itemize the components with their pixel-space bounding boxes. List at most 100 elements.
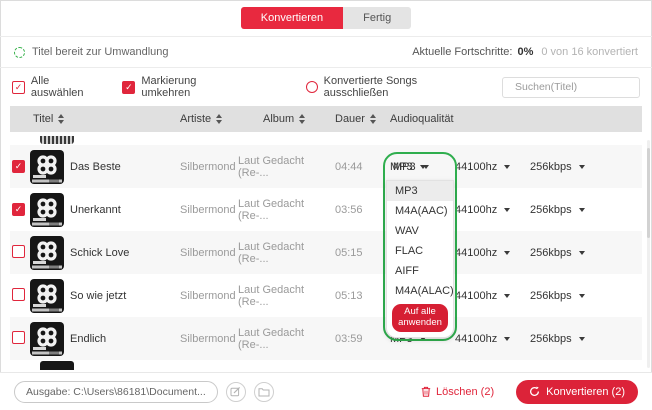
bitrate-select[interactable]: 256kbps xyxy=(525,204,642,216)
progress-label: Aktuelle Fortschritte: xyxy=(412,46,512,58)
format-option-mp3[interactable]: MP3 xyxy=(387,181,453,201)
exclude-converted-label: Konvertierte Songs ausschließen xyxy=(324,75,484,99)
sort-icon xyxy=(299,114,305,124)
format-option-list: MP3 M4A(AAC) WAV FLAC AIFF M4A(ALAC) Auf… xyxy=(386,180,454,338)
selection-toolbar: Alle auswählen Markierung umkehren Konve… xyxy=(0,68,652,106)
album-art xyxy=(30,150,70,184)
track-duration: 05:15 xyxy=(330,247,385,259)
partial-row-below xyxy=(10,360,642,372)
table-row[interactable]: Schick Love Silbermond Laut Gedacht (Re-… xyxy=(10,231,642,274)
track-title: So wie jetzt xyxy=(70,290,180,302)
folder-icon xyxy=(258,387,270,397)
open-folder-button[interactable] xyxy=(254,382,274,402)
row-checkbox[interactable] xyxy=(12,288,25,301)
table-row[interactable]: Endlich Silbermond Laut Gedacht (Re-... … xyxy=(10,317,642,360)
track-album: Laut Gedacht (Re-... xyxy=(238,284,330,308)
invert-selection-checkbox-icon xyxy=(122,81,135,94)
invert-selection-control[interactable]: Markierung umkehren xyxy=(122,75,247,99)
samplerate-select[interactable]: 44100hz xyxy=(450,204,525,216)
album-art xyxy=(30,193,70,227)
partial-row-above xyxy=(10,132,642,145)
sort-icon xyxy=(370,114,376,124)
edit-output-button[interactable] xyxy=(226,382,246,402)
chevron-down-icon xyxy=(579,251,585,255)
chevron-down-icon xyxy=(423,165,429,169)
search-box[interactable] xyxy=(502,77,640,98)
row-checkbox[interactable] xyxy=(12,331,25,344)
samplerate-select[interactable]: 44100hz xyxy=(450,161,525,173)
format-option-wav[interactable]: WAV xyxy=(387,221,453,241)
header-album[interactable]: Album xyxy=(238,113,330,125)
table-header: Titel Artiste Album Dauer Audioqualität xyxy=(10,106,642,132)
bitrate-select[interactable]: 256kbps xyxy=(525,161,642,173)
chevron-down-icon xyxy=(579,294,585,298)
track-artist: Silbermond xyxy=(180,247,238,259)
spinner-icon xyxy=(14,47,25,58)
track-album: Laut Gedacht (Re-... xyxy=(238,241,330,265)
apply-to-all-button[interactable]: Auf alle anwenden xyxy=(392,304,448,332)
chevron-down-icon xyxy=(504,208,510,212)
row-checkbox[interactable] xyxy=(12,245,25,258)
scrollbar-thumb[interactable] xyxy=(647,148,650,238)
row-checkbox[interactable] xyxy=(12,160,25,173)
track-artist: Silbermond xyxy=(180,290,238,302)
table-row[interactable]: So wie jetzt Silbermond Laut Gedacht (Re… xyxy=(10,274,642,317)
samplerate-select[interactable]: 44100hz xyxy=(450,290,525,302)
select-all-checkbox-icon xyxy=(12,81,25,94)
track-duration: 03:59 xyxy=(330,333,385,345)
audio-format-dropdown: MP3 MP3 M4A(AAC) WAV FLAC AIFF M4A(ALAC)… xyxy=(383,152,457,341)
sort-icon xyxy=(216,114,222,124)
table-row[interactable]: Unerkannt Silbermond Laut Gedacht (Re-..… xyxy=(10,188,642,231)
pencil-icon xyxy=(230,386,241,397)
exclude-converted-control[interactable]: Konvertierte Songs ausschließen xyxy=(306,75,484,99)
track-title: Endlich xyxy=(70,333,180,345)
convert-button[interactable]: Konvertieren (2) xyxy=(516,380,638,404)
chevron-down-icon xyxy=(579,165,585,169)
scrollbar[interactable] xyxy=(647,140,650,368)
footer-bar: Ausgabe: C:\Users\86181\Document... Lösc… xyxy=(0,372,652,410)
refresh-icon xyxy=(529,386,540,397)
row-checkbox[interactable] xyxy=(12,203,25,216)
format-option-flac[interactable]: FLAC xyxy=(387,241,453,261)
chevron-down-icon xyxy=(579,208,585,212)
tab-konvertieren[interactable]: Konvertieren xyxy=(241,7,343,29)
bitrate-select[interactable]: 256kbps xyxy=(525,333,642,345)
table-body: Das Beste Silbermond Laut Gedacht (Re-..… xyxy=(10,132,642,372)
sort-icon xyxy=(58,114,64,124)
track-album: Laut Gedacht (Re-... xyxy=(238,327,330,351)
bitrate-select[interactable]: 256kbps xyxy=(525,290,642,302)
header-title[interactable]: Titel xyxy=(10,113,180,125)
progress-value: 0% xyxy=(517,46,533,58)
samplerate-select[interactable]: 44100hz xyxy=(450,247,525,259)
status-text: Titel bereit zur Umwandlung xyxy=(32,46,169,58)
bitrate-select[interactable]: 256kbps xyxy=(525,247,642,259)
tab-fertig[interactable]: Fertig xyxy=(343,7,411,29)
chevron-down-icon xyxy=(504,294,510,298)
delete-button[interactable]: Löschen (2) xyxy=(421,386,494,398)
track-title: Schick Love xyxy=(70,247,180,259)
track-artist: Silbermond xyxy=(180,204,238,216)
track-artist: Silbermond xyxy=(180,161,238,173)
samplerate-select[interactable]: 44100hz xyxy=(450,333,525,345)
output-path[interactable]: Ausgabe: C:\Users\86181\Document... xyxy=(14,381,218,403)
status-bar: Titel bereit zur Umwandlung Aktuelle For… xyxy=(0,37,652,68)
header-duration[interactable]: Dauer xyxy=(330,113,385,125)
table-row[interactable]: Das Beste Silbermond Laut Gedacht (Re-..… xyxy=(10,145,642,188)
invert-selection-label: Markierung umkehren xyxy=(141,75,247,99)
select-all-control[interactable]: Alle auswählen xyxy=(12,75,104,99)
exclude-radio-icon xyxy=(306,81,318,93)
search-input[interactable] xyxy=(515,81,650,93)
album-art xyxy=(30,322,70,356)
track-table: Titel Artiste Album Dauer Audioqualität xyxy=(10,106,642,372)
track-duration: 03:56 xyxy=(330,204,385,216)
album-art xyxy=(30,279,70,313)
format-option-m4a-aac[interactable]: M4A(AAC) xyxy=(387,201,453,221)
progress-detail: 0 von 16 konvertiert xyxy=(541,46,638,58)
converter-window: Konvertieren Fertig Titel bereit zur Umw… xyxy=(0,0,652,410)
header-artist[interactable]: Artiste xyxy=(180,113,238,125)
format-select-open[interactable]: MP3 xyxy=(385,154,455,180)
format-option-m4a-alac[interactable]: M4A(ALAC) xyxy=(387,281,453,301)
format-option-aiff[interactable]: AIFF xyxy=(387,261,453,281)
album-art-partial xyxy=(40,361,74,370)
chevron-down-icon xyxy=(504,165,510,169)
